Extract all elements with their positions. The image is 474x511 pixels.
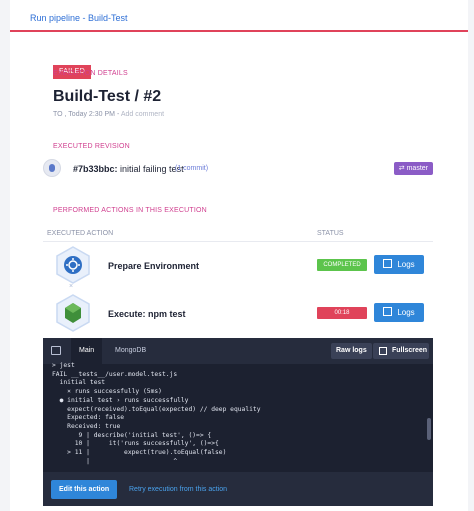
- col-status: STATUS: [317, 230, 344, 237]
- execution-meta: TO , Today 2:30 PM - Add comment: [53, 111, 164, 118]
- execution-card: FAILED EXECUTION DETAILS Build-Test / #2…: [10, 32, 468, 511]
- console-tabs: Main MongoDB Raw logs Fullscreen: [43, 338, 433, 364]
- top-bar: Run pipeline - Build-Test: [10, 0, 468, 32]
- page-title: Build-Test / #2: [53, 88, 162, 105]
- branch-icon: ⇄: [398, 165, 407, 172]
- action-row-execute[interactable]: Execute: npm test 00:18 Logs: [43, 291, 433, 337]
- executed-revision-heading: EXECUTED REVISION: [53, 143, 130, 150]
- gear-icon: [56, 246, 90, 284]
- action-row-prepare[interactable]: Prepare Environment COMPLETED Logs: [43, 243, 433, 289]
- fullscreen-button[interactable]: Fullscreen: [373, 343, 429, 359]
- performed-actions-heading: PERFORMED ACTIONS IN THIS EXECUTION: [53, 207, 207, 214]
- avatar: [43, 159, 61, 177]
- scrollbar[interactable]: [427, 418, 431, 440]
- commit-message: initial failing test: [117, 164, 184, 174]
- node-icon: [56, 294, 90, 332]
- revision-row: #7b33bbc: initial failing test (1 commit…: [43, 159, 433, 179]
- tab-main[interactable]: Main: [71, 338, 103, 364]
- logs-button[interactable]: Logs: [374, 303, 424, 322]
- action-name: Prepare Environment: [108, 261, 200, 271]
- actions-table-header: EXECUTED ACTION STATUS: [43, 228, 433, 242]
- retry-execution-link[interactable]: Retry execution from this action: [129, 486, 227, 493]
- log-output: > jest FAIL __tests__/user.model.test.js…: [52, 362, 261, 465]
- breadcrumb[interactable]: Run pipeline - Build-Test: [30, 13, 128, 23]
- status-badge-duration: 00:18: [317, 307, 367, 319]
- console-icon[interactable]: [51, 346, 61, 355]
- tab-mongodb[interactable]: MongoDB: [107, 338, 154, 364]
- commit-text: #7b33bbc: initial failing test: [73, 164, 184, 174]
- commit-count-link[interactable]: (1 commit): [175, 165, 208, 172]
- console-footer: Edit this action Retry execution from th…: [43, 472, 433, 506]
- meta-user-time: TO , Today 2:30 PM -: [53, 111, 121, 118]
- logs-button[interactable]: Logs: [374, 255, 424, 274]
- action-name: Execute: npm test: [108, 309, 186, 319]
- branch-label: master: [406, 165, 428, 172]
- execution-details-heading: EXECUTION DETAILS: [53, 70, 128, 77]
- raw-logs-button[interactable]: Raw logs: [331, 343, 372, 359]
- logs-console: Main MongoDB Raw logs Fullscreen > jest …: [43, 338, 433, 506]
- col-executed-action: EXECUTED ACTION: [47, 230, 114, 237]
- commit-hash[interactable]: #7b33bbc:: [73, 164, 118, 174]
- branch-badge: ⇄ master: [393, 162, 433, 175]
- connector-icon: ×: [69, 283, 74, 290]
- add-comment-link[interactable]: Add comment: [121, 111, 164, 118]
- status-badge-completed: COMPLETED: [317, 259, 367, 271]
- edit-action-button[interactable]: Edit this action: [51, 480, 118, 499]
